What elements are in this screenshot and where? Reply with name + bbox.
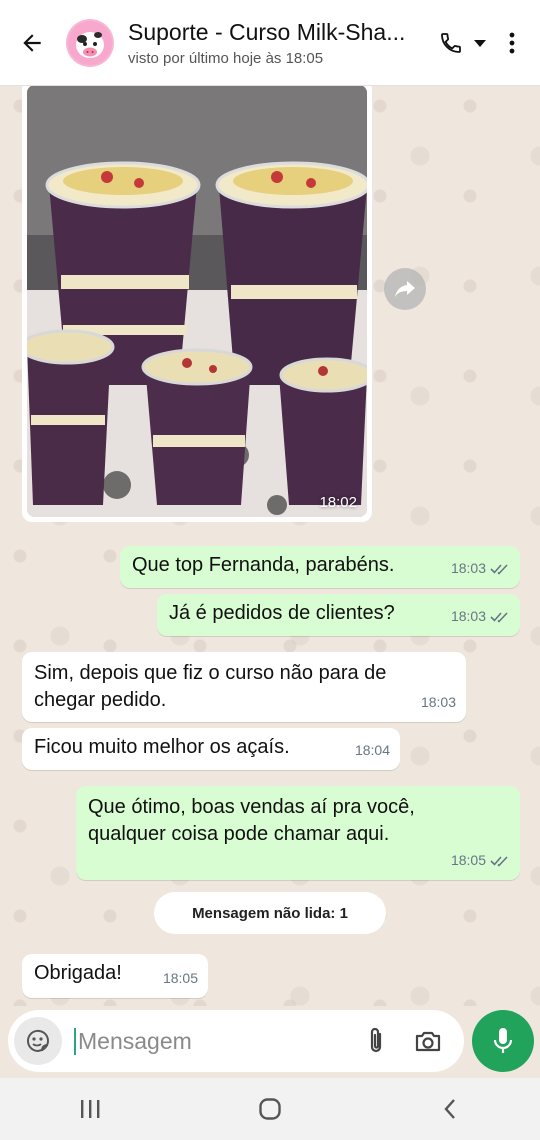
back-arrow-icon[interactable] xyxy=(10,21,54,65)
contact-name: Suporte - Curso Milk-Sha... xyxy=(128,18,406,45)
last-seen-status: visto por último hoje às 18:05 xyxy=(128,49,324,67)
message-outgoing[interactable]: Que top Fernanda, parabéns. 18:03 xyxy=(120,546,520,588)
recent-apps-icon[interactable] xyxy=(60,1084,120,1134)
message-time: 18:04 xyxy=(354,742,390,758)
avatar-cow-icon xyxy=(68,20,112,65)
photo-timestamp: 18:02 xyxy=(319,494,357,511)
message-meta: 18:03 xyxy=(451,555,510,582)
avatar[interactable] xyxy=(66,18,114,67)
system-navigation-bar xyxy=(0,1078,540,1140)
message-meta: 18:04 xyxy=(355,737,390,764)
chat-area[interactable]: 18:02 Que top Fernanda, parabéns. 18:03 … xyxy=(0,86,540,1006)
acai-cups-photo[interactable]: 18:02 xyxy=(27,86,367,517)
message-text: Sim, depois que fiz o curso não para de … xyxy=(34,662,387,711)
message-time: 18:05 xyxy=(450,852,486,868)
message-outgoing[interactable]: Já é pedidos de clientes? 18:03 xyxy=(157,594,520,636)
attach-icon[interactable] xyxy=(356,1021,396,1061)
forward-icon[interactable] xyxy=(384,268,426,310)
message-outgoing[interactable]: Que ótimo, boas vendas aí pra você, qual… xyxy=(76,786,520,880)
message-text: Que top Fernanda, parabéns. xyxy=(132,554,395,576)
dropdown-icon[interactable] xyxy=(466,21,494,65)
message-composer xyxy=(8,1010,464,1072)
message-incoming[interactable]: Ficou muito melhor os açaís. 18:04 xyxy=(22,728,400,770)
message-time: 18:03 xyxy=(450,560,486,576)
double-check-icon xyxy=(490,611,508,623)
message-meta: 18:03 xyxy=(421,689,456,716)
camera-icon[interactable] xyxy=(408,1021,448,1061)
message-input[interactable] xyxy=(74,1027,344,1055)
mic-icon[interactable] xyxy=(472,1010,534,1072)
message-time: 18:03 xyxy=(420,694,456,710)
unread-messages-banner: Mensagem não lida: 1 xyxy=(154,892,386,934)
message-text: Que ótimo, boas vendas aí pra você, qual… xyxy=(88,796,415,845)
message-time: 18:03 xyxy=(450,608,486,624)
double-check-icon xyxy=(490,563,508,575)
message-incoming[interactable]: Obrigada! 18:05 xyxy=(22,954,208,998)
message-text: Ficou muito melhor os açaís. xyxy=(34,736,290,758)
sticker-emoji-icon[interactable] xyxy=(14,1017,62,1065)
back-nav-icon[interactable] xyxy=(420,1084,480,1134)
message-meta: 18:03 xyxy=(451,603,510,630)
message-meta: 18:05 xyxy=(451,847,510,874)
message-meta: 18:05 xyxy=(163,965,198,992)
more-vert-icon[interactable] xyxy=(494,21,530,65)
contact-info[interactable]: Suporte - Curso Milk-Sha... visto por úl… xyxy=(128,19,436,67)
acai-photo-illustration xyxy=(27,86,367,517)
message-time: 18:05 xyxy=(162,970,198,986)
message-incoming[interactable]: Sim, depois que fiz o curso não para de … xyxy=(22,652,466,722)
double-check-icon xyxy=(490,855,508,867)
chat-header: Suporte - Curso Milk-Sha... visto por úl… xyxy=(0,0,540,86)
home-icon[interactable] xyxy=(240,1084,300,1134)
message-text: Já é pedidos de clientes? xyxy=(169,602,395,624)
message-text: Obrigada! xyxy=(34,962,122,984)
photo-message[interactable]: 18:02 xyxy=(22,86,372,522)
phone-icon[interactable] xyxy=(436,21,466,65)
